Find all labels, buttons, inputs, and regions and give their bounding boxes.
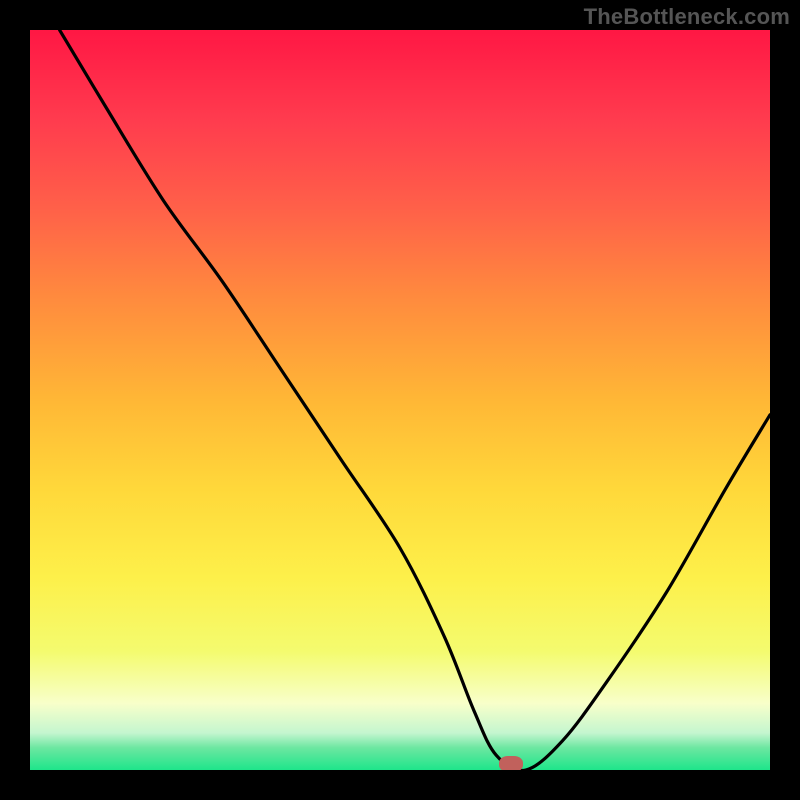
gradient-background: [30, 30, 770, 770]
plot-area: [30, 30, 770, 770]
watermark-text: TheBottleneck.com: [584, 4, 790, 30]
minimum-marker: [499, 756, 523, 770]
chart-container: TheBottleneck.com: [0, 0, 800, 800]
